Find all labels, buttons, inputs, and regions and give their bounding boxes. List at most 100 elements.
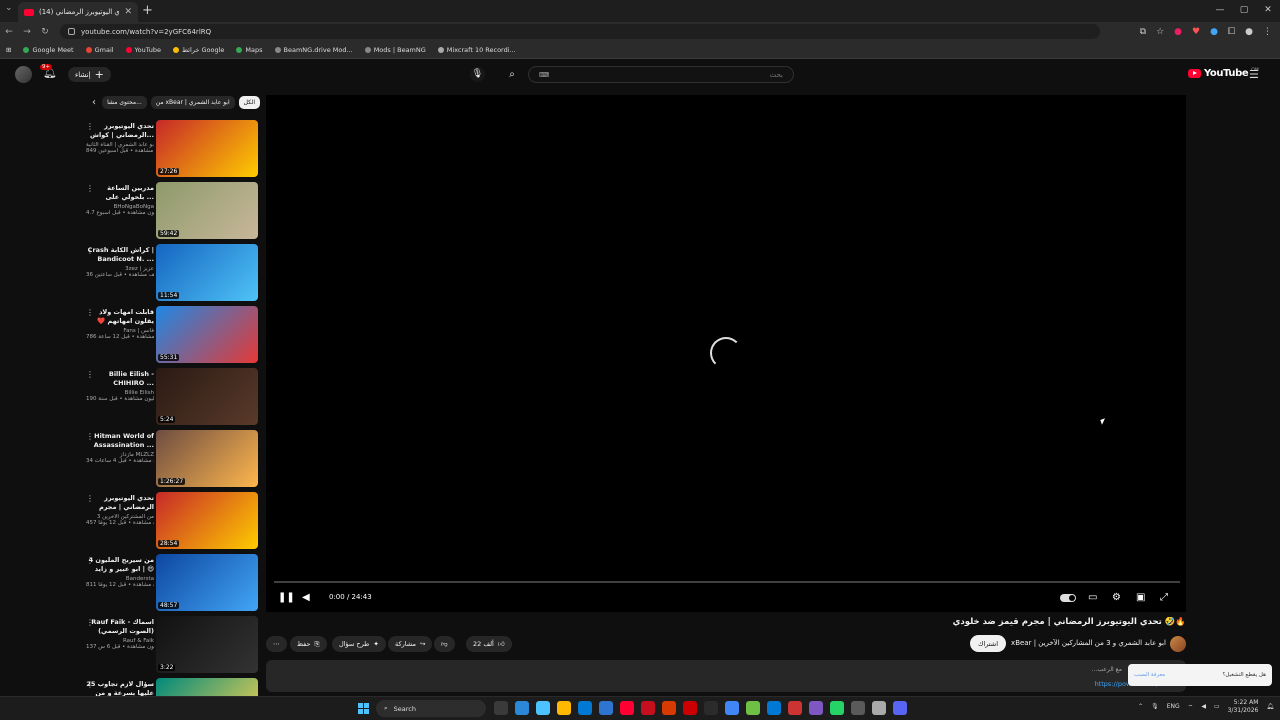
extension-icon[interactable]: ♥ [1192,27,1200,37]
taskbar-app-icon[interactable] [725,701,739,715]
taskbar-app-icon[interactable] [872,701,886,715]
chip[interactable]: محتوى مشا... [102,95,147,109]
recommendation-title[interactable]: Billie Eilish - CHIHIRO ... [86,370,154,388]
browser-tab-active[interactable]: (14) تحدي اليوتيوبرز الرمضاني | ✕ [18,2,138,22]
recommendation-title[interactable]: تحدي اليوتيوبرز الرمضاني | كواش... [86,122,154,140]
video-thumbnail[interactable]: 55:31 [156,306,258,363]
progress-bar[interactable] [274,581,1180,583]
extension-icon[interactable]: ● [1210,27,1218,37]
recommendation-title[interactable]: تحدي اليوتيوبرز الرمضاني | مجرم قي... [86,494,154,512]
taskbar-app-icon[interactable] [788,701,802,715]
recommendation-title[interactable]: مدربين الساعة بلحولي على ... [86,184,154,202]
taskbar-app-icon[interactable] [599,701,613,715]
video-thumbnail[interactable]: 48:57 [156,554,258,611]
bookmark-item[interactable]: Mods | BeamNG [364,46,426,54]
install-app-icon[interactable]: ⧉ [1140,27,1146,37]
recommendation-title[interactable]: Rauf Faik - اسماك (الصوت الرسمي) [86,618,154,636]
share-button[interactable]: مشاركة ↪ [388,636,433,652]
account-avatar[interactable] [15,66,32,83]
reload-icon[interactable]: ↻ [36,27,54,37]
search-input[interactable] [549,70,783,79]
bookmark-item[interactable]: Mixcraft 10 Recordi... [437,46,516,54]
subtitles-icon[interactable]: ▭ [1088,592,1097,603]
video-thumbnail[interactable]: 28:54 [156,492,258,549]
search-icon[interactable]: ⌕ [500,66,524,83]
notification-center-icon[interactable]: 🔔︎ [1266,703,1274,710]
voice-search-mic-icon[interactable]: 🎙︎ [470,67,485,82]
profile-icon[interactable]: ● [1245,27,1253,37]
recommendation-title[interactable]: 25 سؤال لازم تجاوب عليها بسرعة و من غ... [86,680,154,696]
guide-menu-icon[interactable]: ☰ [1249,68,1259,81]
chevron-left-icon[interactable]: ‹ [92,97,98,108]
recommendation-item[interactable]: ⋮25 سؤال لازم تجاوب عليها بسرعة و من غ..… [82,676,260,696]
taskbar-app-icon[interactable] [515,701,529,715]
clock[interactable]: 5:22 AM 3/31/2026 [1228,699,1259,714]
maximize-icon[interactable]: ▢ [1232,0,1256,20]
recommendation-item[interactable]: 1:26:27 ⋮ Hitman World of Assassination ..… [82,428,260,490]
recommendation-item[interactable]: 5:24 ⋮ Billie Eilish - CHIHIRO ... Billie E… [82,366,260,428]
taskbar-app-icon[interactable] [494,701,508,715]
video-thumbnail[interactable]: 5:24 [156,368,258,425]
tray-chevron-icon[interactable]: ⌃ [1138,703,1143,710]
volume-icon[interactable]: ◀ [302,592,310,603]
taskbar-search[interactable]: ⌕ Search [376,700,486,717]
taskbar-app-icon[interactable] [851,701,865,715]
minimize-icon[interactable]: — [1208,0,1232,20]
recommendation-item[interactable]: 11:54 ⋮ Crash كراش الكابة | Bandicoot N. .… [82,242,260,304]
network-icon[interactable]: ⌔ [1188,703,1194,711]
taskbar-app-icon[interactable] [683,701,697,715]
ask-button[interactable]: طرح سؤال ✦ [332,636,386,652]
bookmark-item[interactable]: خرائط Google [173,46,224,54]
subscribe-button[interactable]: اشتراك [970,635,1006,652]
dislike-button[interactable]: 👎︎ [434,636,455,652]
channel-name[interactable]: xBear | ابو عابد الشمري و 3 من المشاركين… [1011,639,1166,647]
bookmark-item[interactable]: BeamNG.drive Mod... [274,46,353,54]
bookmark-item[interactable]: YouTube [125,46,161,54]
windows-start-icon[interactable] [358,703,369,714]
taskbar-app-icon[interactable] [893,701,907,715]
recommendation-item[interactable]: 55:31 ⋮ قابلت امهات ولاد يقلون امهاتهم ❤️ … [82,304,260,366]
recommendation-item[interactable]: 3:22 ⋮ Rauf Faik - اسماك (الصوت الرسمي) Rau… [82,614,260,676]
forward-icon[interactable]: → [18,27,36,37]
search-box[interactable]: ⌨ [528,66,794,83]
taskbar-app-icon[interactable] [620,701,634,715]
close-window-icon[interactable]: ✕ [1256,0,1280,20]
bookmark-item[interactable]: Gmail [85,46,114,54]
chip[interactable]: من xBear | ابو عابد الشمري [150,95,235,109]
extensions-puzzle-icon[interactable]: ⧠ [1228,27,1235,37]
settings-gear-icon[interactable]: ⚙ [1112,592,1121,603]
browser-menu-icon[interactable]: ⋮ [1263,27,1272,37]
address-bar[interactable]: youtube.com/watch?v=2yGFC64rlRQ [60,24,1100,39]
recommendation-title[interactable]: من سيربح المليون 4 | ابو عبير و زايد 😄 [86,556,154,574]
like-button[interactable]: 22 ألف 👍︎ [466,636,512,652]
apps-grid-icon[interactable]: ⊞ [6,46,11,54]
taskbar-app-icon[interactable] [809,701,823,715]
recommendation-title[interactable]: قابلت امهات ولاد يقلون امهاتهم ❤️ 8# [86,308,154,326]
video-thumbnail[interactable]: 3:22 [156,616,258,673]
video-thumbnail[interactable]: 59:42 [156,182,258,239]
taskbar-app-icon[interactable] [767,701,781,715]
fullscreen-icon[interactable]: ⤢ [1160,592,1168,603]
taskbar-app-icon[interactable] [557,701,571,715]
tab-search-icon[interactable]: ⌄ [5,3,13,13]
taskbar-app-icon[interactable] [641,701,655,715]
taskbar-app-icon[interactable] [578,701,592,715]
taskbar-app-icon[interactable] [746,701,760,715]
pause-icon[interactable]: ❚❚ [278,592,295,603]
video-player[interactable]: ❚❚ ◀ 0:00 / 24:43 ▭ ⚙ ▣ ⤢ [266,95,1186,612]
back-icon[interactable]: ← [0,27,18,37]
bookmark-star-icon[interactable]: ☆ [1156,27,1164,37]
language-indicator[interactable]: ENG [1167,703,1180,710]
autoplay-toggle[interactable] [1060,594,1076,602]
video-thumbnail[interactable]: 1:26:27 [156,430,258,487]
battery-icon[interactable]: ▭ [1214,703,1220,710]
taskbar-app-icon[interactable] [704,701,718,715]
create-button[interactable]: إنشاء + [68,67,111,82]
recommendation-item[interactable]: 28:54⋮تحدي اليوتيوبرز الرمضاني | مجرم قي… [82,490,260,552]
tab-close-icon[interactable]: ✕ [124,7,132,17]
taskbar-app-icon[interactable] [536,701,550,715]
recommendation-channel[interactable]: ابو عابد الشمري | القناة الثانية [86,142,154,148]
video-thumbnail[interactable]: 11:54 [156,244,258,301]
bookmark-item[interactable]: Google Meet [23,46,74,54]
theater-mode-icon[interactable]: ▣ [1136,592,1145,603]
